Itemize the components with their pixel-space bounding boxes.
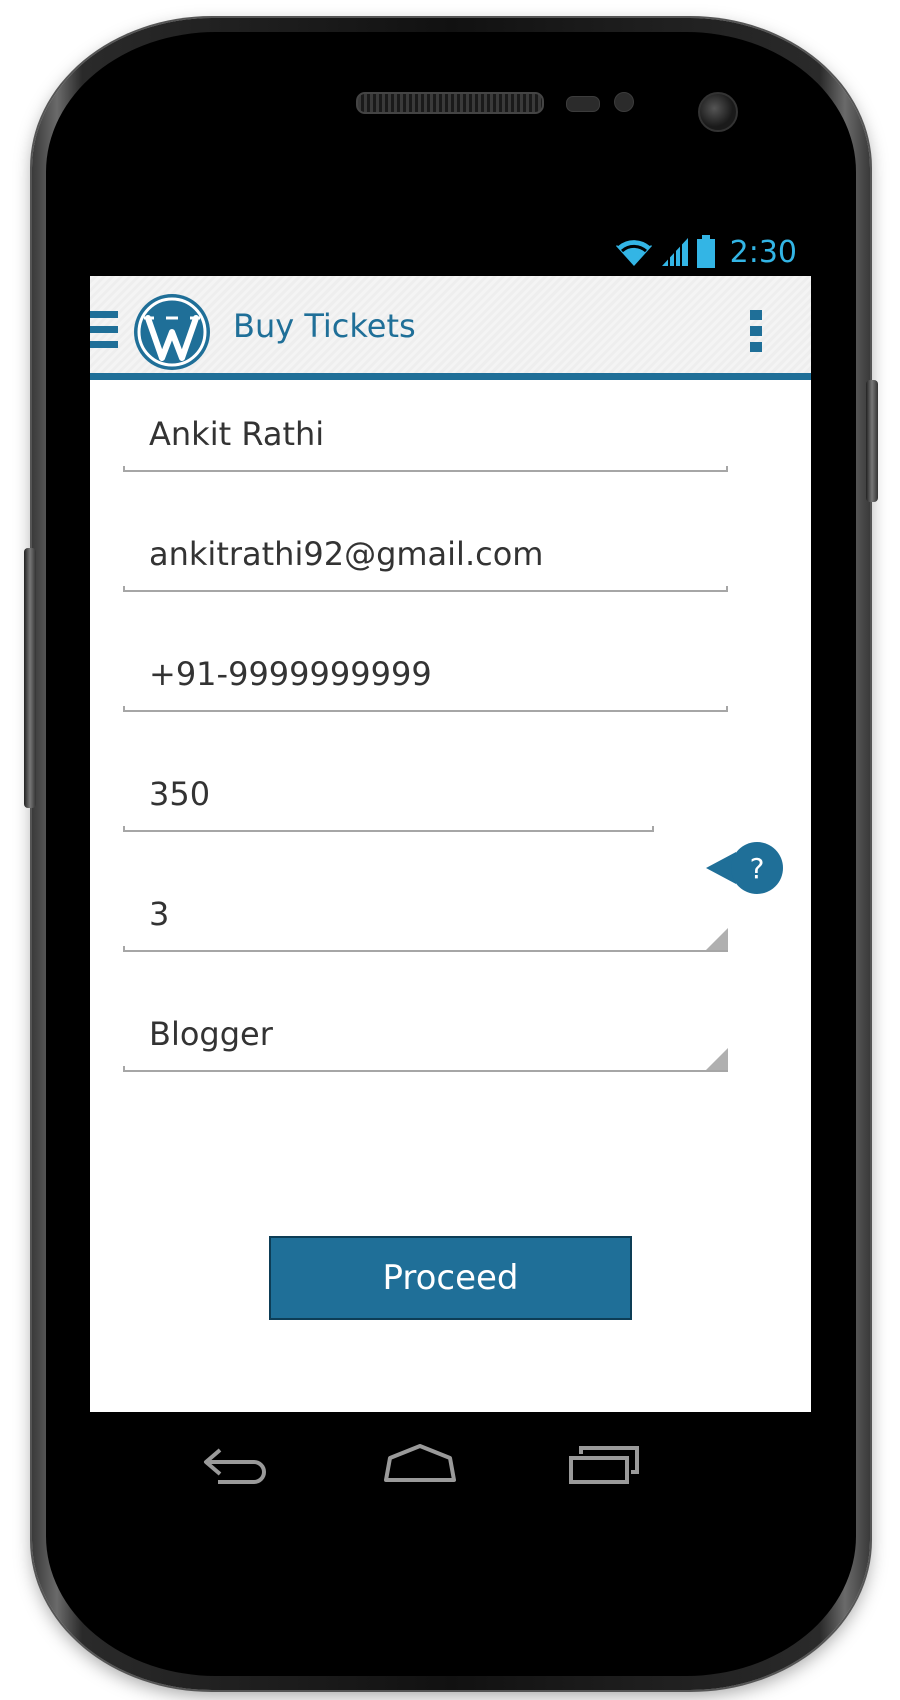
earpiece-speaker	[356, 92, 544, 114]
power-button	[866, 380, 878, 502]
amount-field[interactable]: 350	[123, 772, 654, 832]
navigation-bar	[90, 1412, 811, 1522]
battery-icon	[696, 235, 715, 268]
phone-value: +91-9999999999	[149, 655, 432, 693]
page-title: Buy Tickets	[233, 307, 416, 345]
amount-underline	[123, 830, 654, 832]
wifi-icon	[615, 237, 652, 266]
name-value: Ankit Rathi	[149, 415, 325, 453]
name-underline	[123, 470, 728, 472]
email-field[interactable]: ankitrathi92@gmail.com	[123, 532, 728, 592]
front-camera	[698, 92, 738, 132]
home-icon[interactable]	[380, 1440, 460, 1490]
phone-field[interactable]: +91-9999999999	[123, 652, 728, 712]
phone-underline	[123, 710, 728, 712]
more-vertical-icon[interactable]	[750, 310, 764, 354]
dropdown-arrow-icon	[706, 928, 728, 950]
volume-button	[24, 548, 36, 808]
amount-value: 350	[149, 775, 211, 813]
proximity-sensor	[566, 96, 600, 112]
app-screen: Buy Tickets Ankit Rathi ankitrathi92@gma…	[90, 276, 811, 1412]
category-value: Blogger	[149, 1015, 273, 1053]
help-label: ?	[750, 852, 765, 885]
hamburger-menu-icon[interactable]	[90, 311, 118, 351]
status-icons: 2:30	[614, 232, 797, 272]
help-button[interactable]: ?	[706, 840, 796, 896]
light-sensor	[614, 92, 634, 112]
action-bar: Buy Tickets	[90, 276, 811, 380]
recent-apps-icon[interactable]	[565, 1440, 645, 1490]
dropdown-arrow-icon	[706, 1048, 728, 1070]
category-underline	[123, 1070, 728, 1072]
cellular-signal-icon	[661, 238, 688, 266]
back-icon[interactable]	[198, 1440, 278, 1490]
email-value: ankitrathi92@gmail.com	[149, 535, 544, 573]
status-time: 2:30	[729, 234, 797, 270]
name-field[interactable]: Ankit Rathi	[123, 412, 728, 472]
quantity-spinner[interactable]: 3	[123, 892, 728, 952]
help-bubble-icon: ?	[706, 842, 783, 894]
quantity-underline	[123, 950, 728, 952]
wordpress-logo[interactable]	[132, 292, 212, 372]
proceed-button[interactable]: Proceed	[269, 1236, 632, 1320]
status-bar: 2:30	[90, 228, 811, 276]
quantity-value: 3	[149, 895, 170, 933]
email-underline	[123, 590, 728, 592]
category-spinner[interactable]: Blogger	[123, 1012, 728, 1072]
